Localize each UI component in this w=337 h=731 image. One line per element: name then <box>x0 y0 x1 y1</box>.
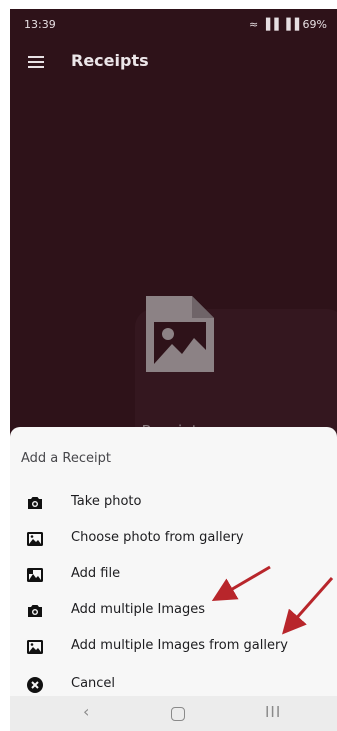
page-title: Receipts <box>71 51 149 70</box>
sheet-title: Add a Receipt <box>21 451 111 466</box>
app-bar: Receipts <box>10 39 337 83</box>
add-multiple-images-label: Add multiple Images <box>71 602 206 617</box>
camera-icon <box>28 497 42 509</box>
camera-icon <box>28 605 42 617</box>
take-photo-label: Take photo <box>71 494 142 509</box>
phone-screen: 13:39 ≈ ▐▐ ▐▐ 69% Receipts Receipts Add … <box>10 9 337 731</box>
hamburger-icon[interactable] <box>28 56 44 68</box>
close-circle-icon <box>27 677 43 693</box>
back-button[interactable]: ‹ <box>83 702 89 721</box>
file-image-icon <box>27 568 43 582</box>
add-multiple-gallery-label: Add multiple Images from gallery <box>71 638 289 653</box>
add-multiple-gallery-option[interactable]: Add multiple Images from gallery <box>10 629 337 665</box>
home-button[interactable] <box>171 707 185 721</box>
bottom-sheet: Add a Receipt Take photo Choose photo fr… <box>10 427 337 731</box>
add-file-option[interactable]: Add file <box>10 557 337 593</box>
choose-gallery-option[interactable]: Choose photo from gallery <box>10 521 337 557</box>
take-photo-option[interactable]: Take photo <box>10 485 337 521</box>
gallery-icon <box>27 532 43 546</box>
recent-apps-button[interactable]: III <box>265 703 281 721</box>
system-nav-bar: ‹ III <box>10 696 337 731</box>
choose-gallery-label: Choose photo from gallery <box>71 530 244 545</box>
status-bar: 13:39 ≈ ▐▐ ▐▐ 69% <box>10 9 337 39</box>
add-multiple-images-option[interactable]: Add multiple Images <box>10 593 337 629</box>
gallery-icon <box>27 640 43 654</box>
status-time: 13:39 <box>24 18 56 31</box>
cancel-label: Cancel <box>71 676 116 691</box>
status-indicators: ≈ ▐▐ ▐▐ 69% <box>249 18 327 31</box>
add-file-label: Add file <box>71 566 121 581</box>
image-file-icon <box>146 296 214 372</box>
